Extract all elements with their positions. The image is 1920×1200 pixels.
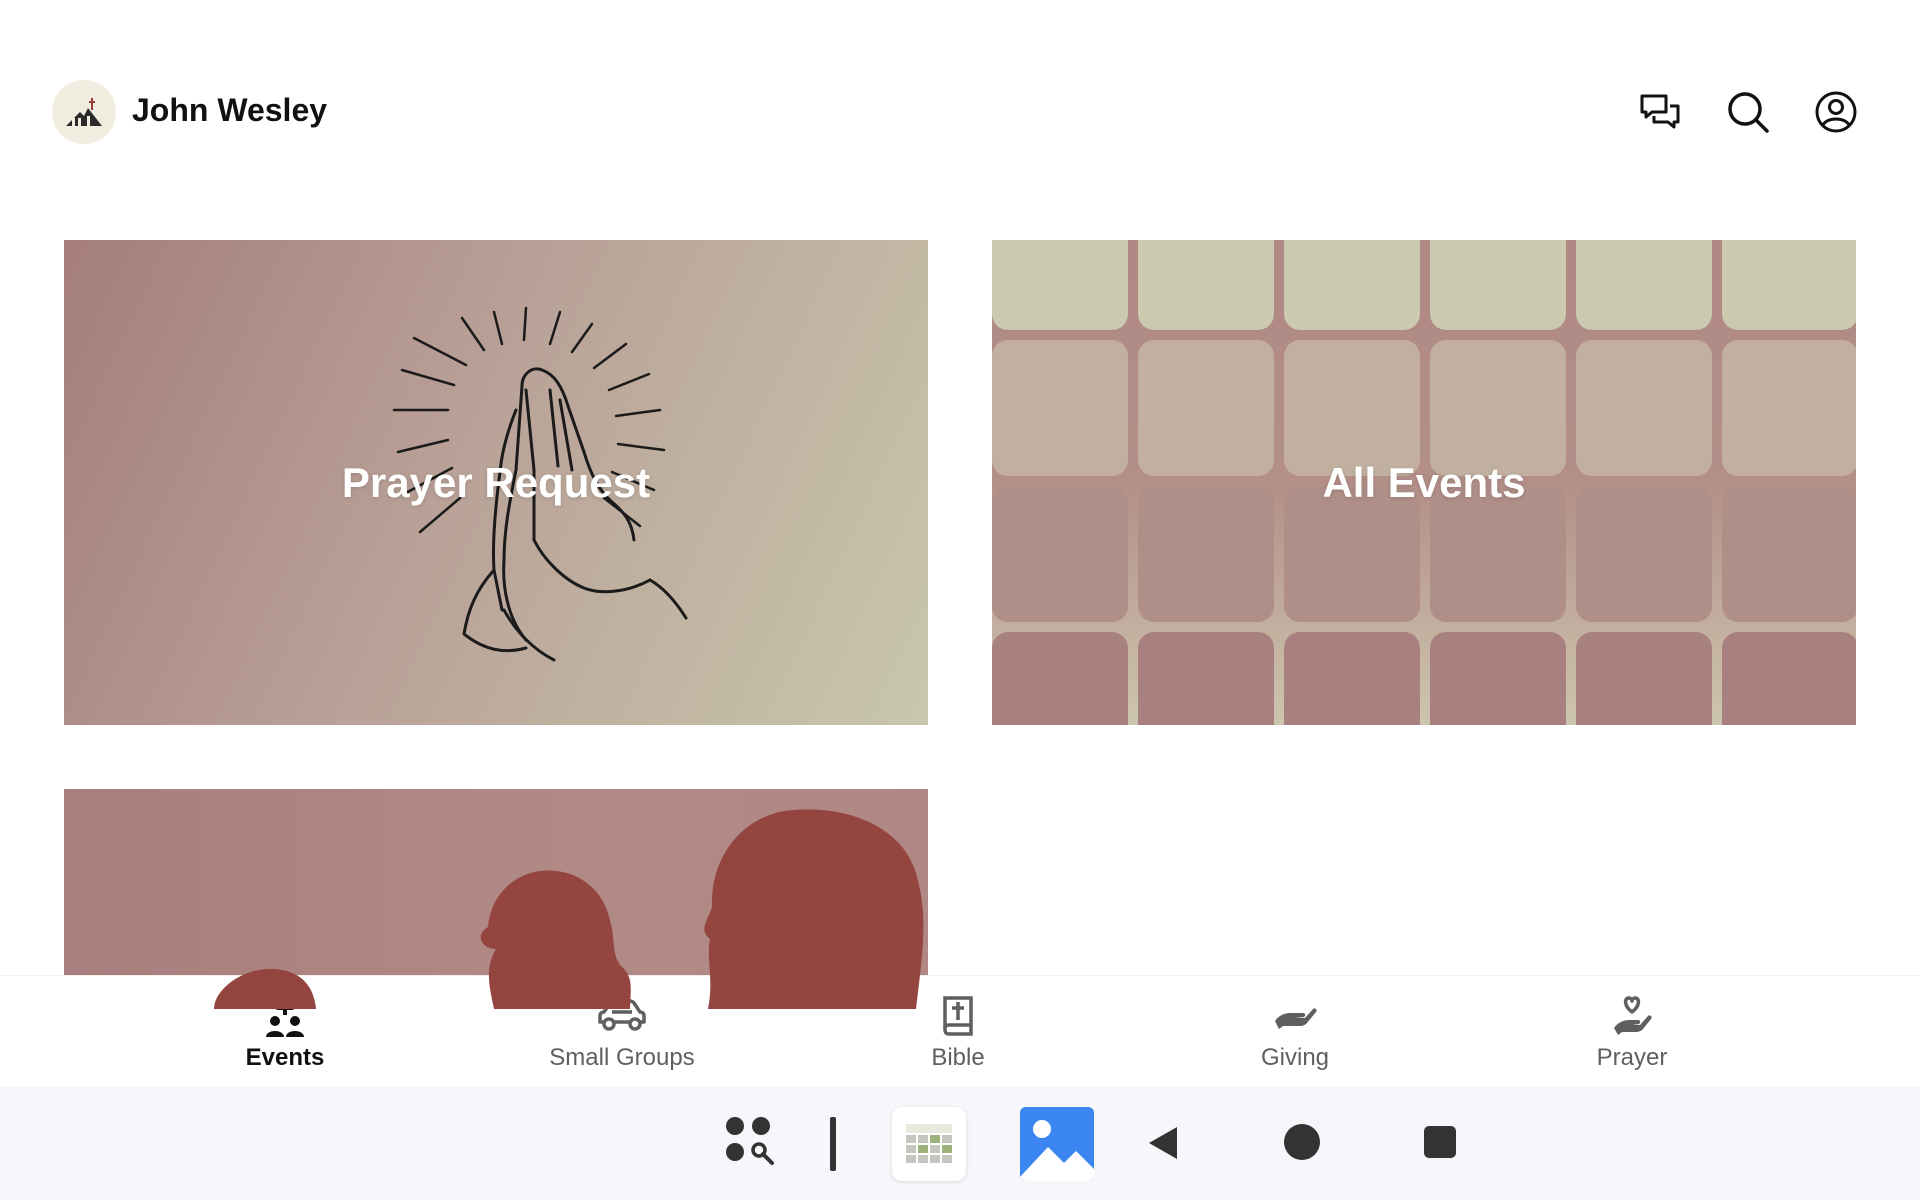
nav-label-events: Events bbox=[245, 1044, 325, 1071]
calendar-tile bbox=[1722, 240, 1856, 330]
photos-app-icon[interactable] bbox=[1020, 1107, 1094, 1181]
calendar-tile bbox=[992, 340, 1128, 476]
recents-icon[interactable] bbox=[1418, 1120, 1462, 1164]
calendar-tile bbox=[1284, 340, 1420, 476]
calendar-tile bbox=[1722, 632, 1856, 725]
app-header: John Wesley bbox=[0, 0, 1920, 190]
all-events-card[interactable]: All Events bbox=[992, 240, 1856, 725]
calendar-tile bbox=[1430, 340, 1566, 476]
calendar-tile bbox=[1576, 240, 1712, 330]
nav-item-prayer[interactable]: Prayer bbox=[1502, 976, 1762, 1088]
calendar-tile bbox=[1430, 632, 1566, 725]
app-title: John Wesley bbox=[132, 92, 328, 128]
calendar-tile bbox=[1576, 486, 1712, 622]
search-icon[interactable] bbox=[1724, 88, 1772, 136]
prayer-heart-icon bbox=[1610, 994, 1654, 1038]
calendar-tile bbox=[992, 240, 1128, 330]
taskbar-divider bbox=[830, 1117, 836, 1171]
calendar-tile bbox=[1430, 240, 1566, 330]
calendar-tile bbox=[1138, 486, 1274, 622]
people-silhouettes-image bbox=[214, 809, 924, 1009]
nav-label-giving: Giving bbox=[1260, 1044, 1330, 1071]
account-icon[interactable] bbox=[1812, 88, 1860, 136]
calendar-tile bbox=[992, 632, 1128, 725]
calendar-tile bbox=[1722, 486, 1856, 622]
calendar-tile bbox=[992, 486, 1128, 622]
calendar-tile bbox=[1284, 632, 1420, 725]
featured-card[interactable] bbox=[64, 789, 928, 1009]
church-logo-icon bbox=[66, 98, 102, 126]
nav-label-prayer: Prayer bbox=[1596, 1044, 1668, 1071]
giving-hand-icon bbox=[1273, 994, 1317, 1038]
nav-item-giving[interactable]: Giving bbox=[1165, 976, 1425, 1088]
calendar-tile bbox=[1576, 632, 1712, 725]
prayer-request-label: Prayer Request bbox=[341, 458, 651, 506]
calendar-app-icon[interactable] bbox=[892, 1107, 966, 1181]
back-icon[interactable] bbox=[1144, 1123, 1184, 1163]
app-search-icon[interactable] bbox=[718, 1109, 782, 1173]
home-icon[interactable] bbox=[1280, 1120, 1324, 1164]
all-events-label: All Events bbox=[1322, 458, 1526, 506]
nav-label-bible: Bible bbox=[931, 1044, 985, 1071]
nav-label-small-groups: Small Groups bbox=[549, 1044, 695, 1071]
chat-icon[interactable] bbox=[1636, 88, 1684, 136]
calendar-tile bbox=[1138, 240, 1274, 330]
bible-icon bbox=[940, 994, 976, 1038]
calendar-tile bbox=[1576, 340, 1712, 476]
calendar-tile bbox=[1722, 340, 1856, 476]
system-navigation-bar bbox=[0, 1087, 1920, 1200]
app-screen: John Wesley Prayer Request All Events Ev… bbox=[0, 0, 1920, 1200]
calendar-tile bbox=[1138, 340, 1274, 476]
prayer-request-card[interactable]: Prayer Request bbox=[64, 240, 928, 725]
calendar-tile bbox=[1138, 632, 1274, 725]
calendar-tile bbox=[1284, 240, 1420, 330]
church-logo[interactable] bbox=[52, 80, 116, 144]
